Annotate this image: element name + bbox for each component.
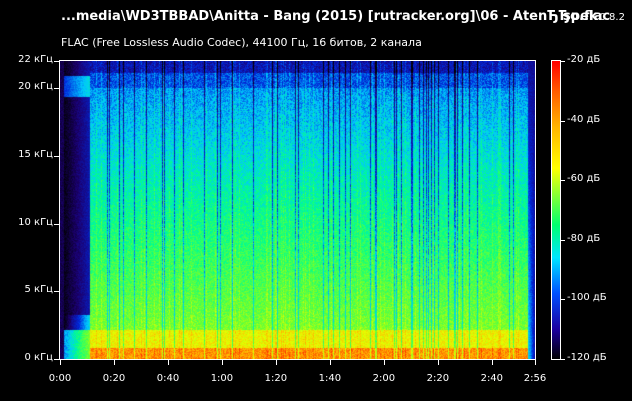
time-tick-mark: [222, 360, 223, 365]
frequency-tick-mark: [54, 61, 59, 62]
time-tick-label: 0:40: [156, 373, 180, 384]
legend-frame: [551, 60, 561, 360]
time-tick-label: 2:40: [480, 373, 504, 384]
time-tick-label: 2:00: [372, 373, 396, 384]
frequency-tick-mark: [54, 291, 59, 292]
db-tick-mark: [560, 180, 565, 181]
file-info: FLAC (Free Lossless Audio Codec), 44100 …: [61, 36, 422, 49]
time-tick-mark: [438, 360, 439, 365]
time-tick-mark: [384, 360, 385, 365]
db-tick-label: -100 дБ: [567, 292, 607, 304]
db-tick-label: -40 дБ: [567, 113, 601, 125]
app-name: spek 0.8.2: [563, 9, 625, 24]
time-tick-label: 1:20: [264, 373, 288, 384]
db-tick-label: -80 дБ: [567, 232, 601, 244]
time-tick-label: 2:56: [523, 373, 547, 384]
frequency-tick-mark: [54, 156, 59, 157]
frequency-tick-mark: [54, 224, 59, 225]
time-tick-mark: [535, 360, 536, 365]
time-tick-mark: [168, 360, 169, 365]
frequency-tick-label: 15 кГц: [18, 148, 53, 160]
db-tick-label: -60 дБ: [567, 173, 601, 185]
time-tick-label: 1:40: [318, 373, 342, 384]
window-title: ...media\WD3TBBAD\Anitta - Bang (2015) […: [61, 9, 611, 24]
frequency-tick-label: 0 кГц: [24, 352, 54, 363]
plot-frame: [59, 60, 536, 360]
db-tick-mark: [560, 121, 565, 122]
db-tick-mark: [560, 240, 565, 241]
frequency-tick-mark: [54, 359, 59, 360]
time-tick-label: 2:20: [426, 373, 450, 384]
frequency-tick-label: 20 кГц: [18, 81, 53, 93]
time-tick-mark: [276, 360, 277, 365]
db-tick-mark: [560, 299, 565, 300]
app-name-label: spek: [563, 9, 598, 24]
frequency-tick-mark: [54, 88, 59, 89]
time-tick-label: 1:00: [210, 373, 234, 384]
frequency-tick-label: 22 кГц: [18, 54, 53, 65]
db-tick-mark: [560, 61, 565, 62]
time-tick-mark: [60, 360, 61, 365]
db-tick-mark: [560, 359, 565, 360]
db-tick-label: -20 дБ: [567, 54, 601, 65]
db-tick-label: -120 дБ: [567, 352, 607, 363]
app-version: 0.8.2: [599, 12, 625, 23]
frequency-tick-label: 5 кГц: [24, 284, 54, 296]
time-tick-label: 0:20: [102, 373, 126, 384]
time-tick-mark: [492, 360, 493, 365]
time-tick-label: 0:00: [48, 373, 72, 384]
frequency-tick-label: 10 кГц: [18, 216, 53, 228]
time-tick-mark: [114, 360, 115, 365]
time-tick-mark: [330, 360, 331, 365]
